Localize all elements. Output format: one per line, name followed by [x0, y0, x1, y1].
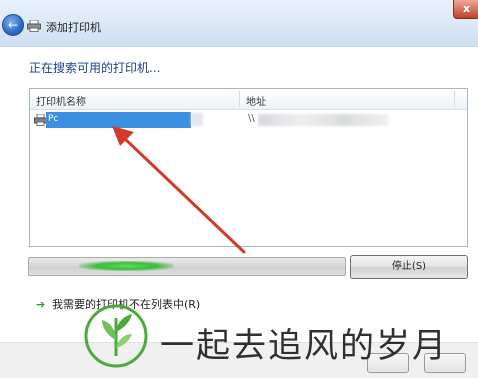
- column-divider: [239, 91, 240, 107]
- printer-row[interactable]: Pc \\: [30, 111, 467, 129]
- printer-address: \\: [248, 113, 255, 124]
- column-divider: [454, 91, 455, 107]
- column-header-address[interactable]: 地址: [246, 93, 266, 108]
- list-header: 打印机名称 地址: [30, 89, 467, 110]
- add-printer-window: ← 添加打印机 x 正在搜索可用的打印机... 打印机名称 地址 Pc \\ 停…: [0, 0, 478, 378]
- title-bar: ← 添加打印机 x: [0, 0, 478, 47]
- printer-list[interactable]: 打印机名称 地址 Pc \\: [29, 88, 468, 247]
- searching-heading: 正在搜索可用的打印机...: [29, 61, 161, 75]
- redacted-name-tail: [191, 113, 203, 126]
- back-arrow-icon: ←: [7, 18, 19, 32]
- close-icon: x: [462, 2, 471, 15]
- back-button[interactable]: ←: [2, 14, 24, 36]
- printer-icon: [27, 20, 41, 32]
- watermark-text: 一起去追风的岁月: [160, 326, 448, 366]
- redacted-address: [258, 114, 388, 126]
- green-arrow-icon: ➔: [36, 298, 46, 311]
- watermark-logo: [84, 304, 148, 368]
- selected-row-highlight: Pc: [46, 112, 191, 128]
- window-title: 添加打印机: [46, 21, 101, 34]
- progress-indicator: [79, 261, 174, 271]
- column-header-printer-name[interactable]: 打印机名称: [36, 93, 86, 108]
- close-button[interactable]: x: [453, 0, 478, 19]
- printer-name: Pc: [48, 114, 59, 124]
- stop-button[interactable]: 停止(S): [350, 255, 468, 279]
- search-progress-bar: [28, 257, 346, 276]
